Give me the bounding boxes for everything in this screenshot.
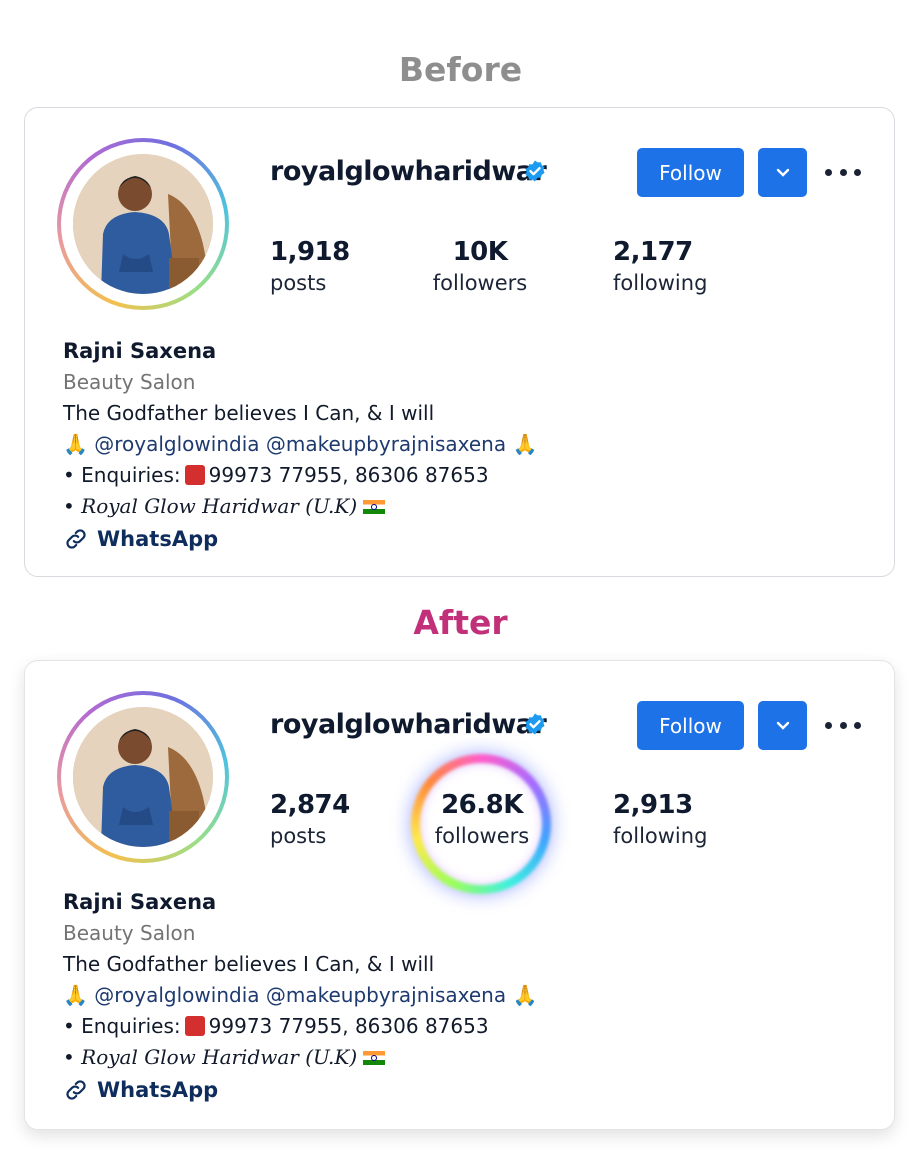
username[interactable]: royalglowharidwar [270,709,547,740]
following-stat[interactable]: 2,177 following [613,236,707,298]
india-flag-icon [363,1051,386,1065]
followers-label: followers [432,271,528,295]
folded-hands-icon: 🙏 [512,432,538,456]
bio-mentions-line: 🙏 @royalglowindia @makeupbyrajnisaxena 🙏 [63,429,537,460]
mentions[interactable]: @royalglowindia @makeupbyrajnisaxena [94,432,506,456]
posts-count: 1,918 [270,237,350,267]
avatar[interactable] [73,707,213,847]
after-label: After [413,603,508,642]
enquiries-prefix: • Enquiries: [63,463,181,487]
chevron-down-icon [776,721,789,730]
display-name: Rajni Saxena [63,890,217,914]
bio-line: The Godfather believes I Can, & I will [63,401,435,425]
location-text: • Royal Glow Haridwar (U.K) [63,1045,358,1069]
location-line: • Royal Glow Haridwar (U.K) [63,1042,537,1073]
telephone-icon [184,1016,205,1036]
posts-count: 2,874 [270,790,350,820]
whatsapp-link[interactable]: WhatsApp [63,522,537,556]
link-icon [66,529,86,549]
category-label: Beauty Salon [63,370,196,394]
chevron-down-icon [776,168,789,177]
story-ring[interactable] [57,138,229,310]
more-dots-icon [825,721,832,729]
followers-count: 10K [452,237,508,267]
enquiries-numbers: 99973 77955, 86306 87653 [208,1014,489,1038]
follow-button[interactable]: Follow [637,148,744,197]
enquiries-numbers: 99973 77955, 86306 87653 [208,463,489,487]
link-icon [66,1080,86,1100]
suggestions-dropdown-button[interactable] [758,701,807,750]
followers-stat[interactable]: 10K followers [430,236,530,298]
more-dots-icon [825,168,832,176]
folded-hands-icon: 🙏 [512,983,538,1007]
whatsapp-link[interactable]: WhatsApp [63,1073,537,1107]
posts-stat: 2,874 posts [270,789,350,851]
bio-mentions-line: 🙏 @royalglowindia @makeupbyrajnisaxena 🙏 [63,980,537,1011]
avatar[interactable] [73,154,213,294]
bio: Rajni Saxena Beauty Salon The Godfather … [63,336,537,556]
whatsapp-link-label[interactable]: WhatsApp [97,1073,218,1107]
following-label: following [613,271,708,295]
display-name: Rajni Saxena [63,339,217,363]
follow-button[interactable]: Follow [637,701,744,750]
folded-hands-icon: 🙏 [63,432,88,456]
followers-stat[interactable]: 26.8K followers [430,789,534,851]
enquiries-line: • Enquiries: 99973 77955, 86306 87653 [63,1011,537,1042]
bio-line: The Godfather believes I Can, & I will [63,952,435,976]
following-stat[interactable]: 2,913 following [613,789,707,851]
posts-label: posts [270,271,327,295]
posts-label: posts [270,824,327,848]
location-text: • Royal Glow Haridwar (U.K) [63,494,358,518]
category-label: Beauty Salon [63,921,196,945]
india-flag-icon [363,500,386,514]
telephone-icon [184,465,205,485]
more-options-button[interactable] [825,160,861,184]
followers-count: 26.8K [441,790,523,820]
story-ring[interactable] [57,691,229,863]
following-count: 2,913 [613,790,693,820]
verified-badge-icon [525,713,545,735]
posts-stat: 1,918 posts [270,236,350,298]
folded-hands-icon: 🙏 [63,983,88,1007]
followers-label: followers [434,824,530,848]
bio: Rajni Saxena Beauty Salon The Godfather … [63,887,537,1107]
before-label: Before [398,50,523,89]
profile-card-after: royalglowharidwar Follow 2,874 posts 26.… [24,660,895,1130]
following-count: 2,177 [613,237,693,267]
enquiries-prefix: • Enquiries: [63,1014,181,1038]
verified-badge-icon [525,160,545,182]
profile-card-before: royalglowharidwar Follow 1,918 posts 10K… [24,107,895,577]
more-options-button[interactable] [825,713,861,737]
whatsapp-link-label[interactable]: WhatsApp [97,522,218,556]
location-line: • Royal Glow Haridwar (U.K) [63,491,537,522]
username[interactable]: royalglowharidwar [270,156,547,187]
enquiries-line: • Enquiries: 99973 77955, 86306 87653 [63,460,537,491]
mentions[interactable]: @royalglowindia @makeupbyrajnisaxena [94,983,506,1007]
suggestions-dropdown-button[interactable] [758,148,807,197]
following-label: following [613,824,708,848]
